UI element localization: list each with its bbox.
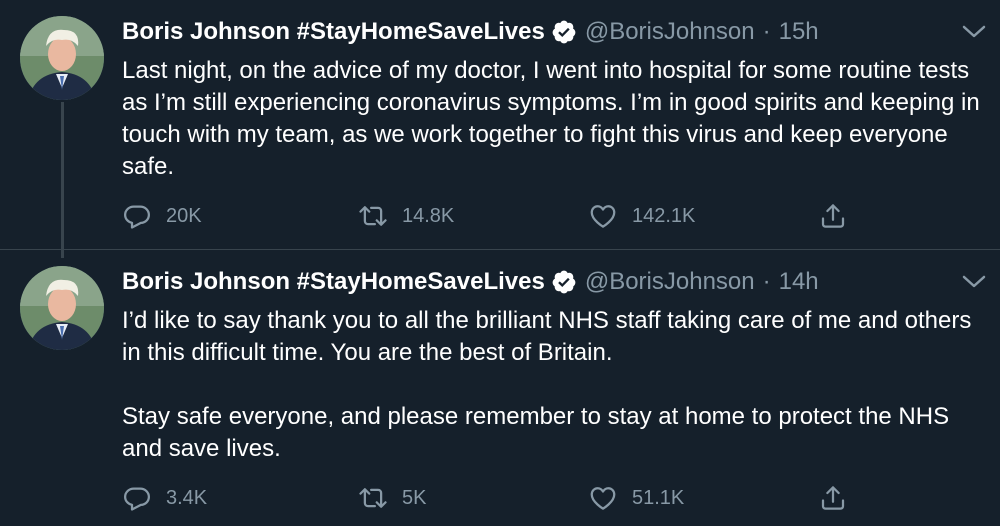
reply-count: 20K — [166, 204, 202, 227]
heart-icon — [590, 487, 616, 510]
chevron-down-icon[interactable] — [960, 272, 988, 292]
reply-icon — [124, 487, 150, 511]
avatar-photo — [20, 16, 104, 100]
retweet-icon — [359, 206, 387, 226]
retweet-count: 14.8K — [402, 204, 455, 227]
handle[interactable]: @BorisJohnson — [585, 268, 755, 296]
tweet-header: Boris Johnson #StayHomeSaveLives @BorisJ… — [122, 268, 819, 296]
tweet-actions: 3.4K 5K 51.1K — [122, 480, 862, 516]
display-name[interactable]: Boris Johnson #StayHomeSaveLives — [122, 268, 545, 296]
reply-count: 3.4K — [166, 486, 208, 509]
tweet-paragraph: I’d like to say thank you to all the bri… — [122, 307, 972, 366]
tweet-text: Last night, on the advice of my doctor, … — [122, 55, 982, 183]
reply-button[interactable]: 20K — [122, 198, 202, 234]
avatar[interactable] — [20, 266, 104, 350]
verified-badge-icon — [551, 269, 577, 295]
tweet-paragraph: Stay safe everyone, and please remember … — [122, 403, 950, 462]
share-icon — [821, 486, 845, 510]
timestamp[interactable]: 15h — [779, 18, 819, 46]
heart-icon — [590, 205, 616, 228]
separator: · — [762, 268, 771, 295]
reply-button[interactable]: 3.4K — [122, 480, 207, 516]
tweet-paragraph: Last night, on the advice of my doctor, … — [122, 57, 980, 180]
retweet-count: 5K — [402, 486, 427, 509]
tweet-text: I’d like to say thank you to all the bri… — [122, 305, 982, 465]
tweet[interactable]: Boris Johnson #StayHomeSaveLives @BorisJ… — [0, 0, 1000, 258]
like-button[interactable]: 142.1K — [588, 198, 695, 234]
share-button[interactable] — [818, 480, 848, 516]
retweet-button[interactable]: 14.8K — [358, 198, 454, 234]
like-button[interactable]: 51.1K — [588, 480, 684, 516]
separator: · — [762, 18, 771, 45]
tweet-header: Boris Johnson #StayHomeSaveLives @BorisJ… — [122, 18, 819, 46]
retweet-button[interactable]: 5K — [358, 480, 426, 516]
timestamp[interactable]: 14h — [779, 268, 819, 296]
like-count: 142.1K — [632, 204, 696, 227]
verified-badge-icon — [551, 19, 577, 45]
chevron-down-icon[interactable] — [960, 22, 988, 42]
thread-connector-line — [61, 102, 64, 258]
reply-icon — [124, 205, 150, 229]
handle[interactable]: @BorisJohnson — [585, 18, 755, 46]
display-name[interactable]: Boris Johnson #StayHomeSaveLives — [122, 18, 545, 46]
tweet-actions: 20K 14.8K 142.1K — [122, 198, 862, 234]
tweet[interactable]: Boris Johnson #StayHomeSaveLives @BorisJ… — [0, 250, 1000, 526]
like-count: 51.1K — [632, 486, 685, 509]
avatar-photo — [20, 266, 104, 350]
share-icon — [821, 204, 845, 228]
avatar[interactable] — [20, 16, 104, 100]
share-button[interactable] — [818, 198, 848, 234]
retweet-icon — [359, 488, 387, 508]
